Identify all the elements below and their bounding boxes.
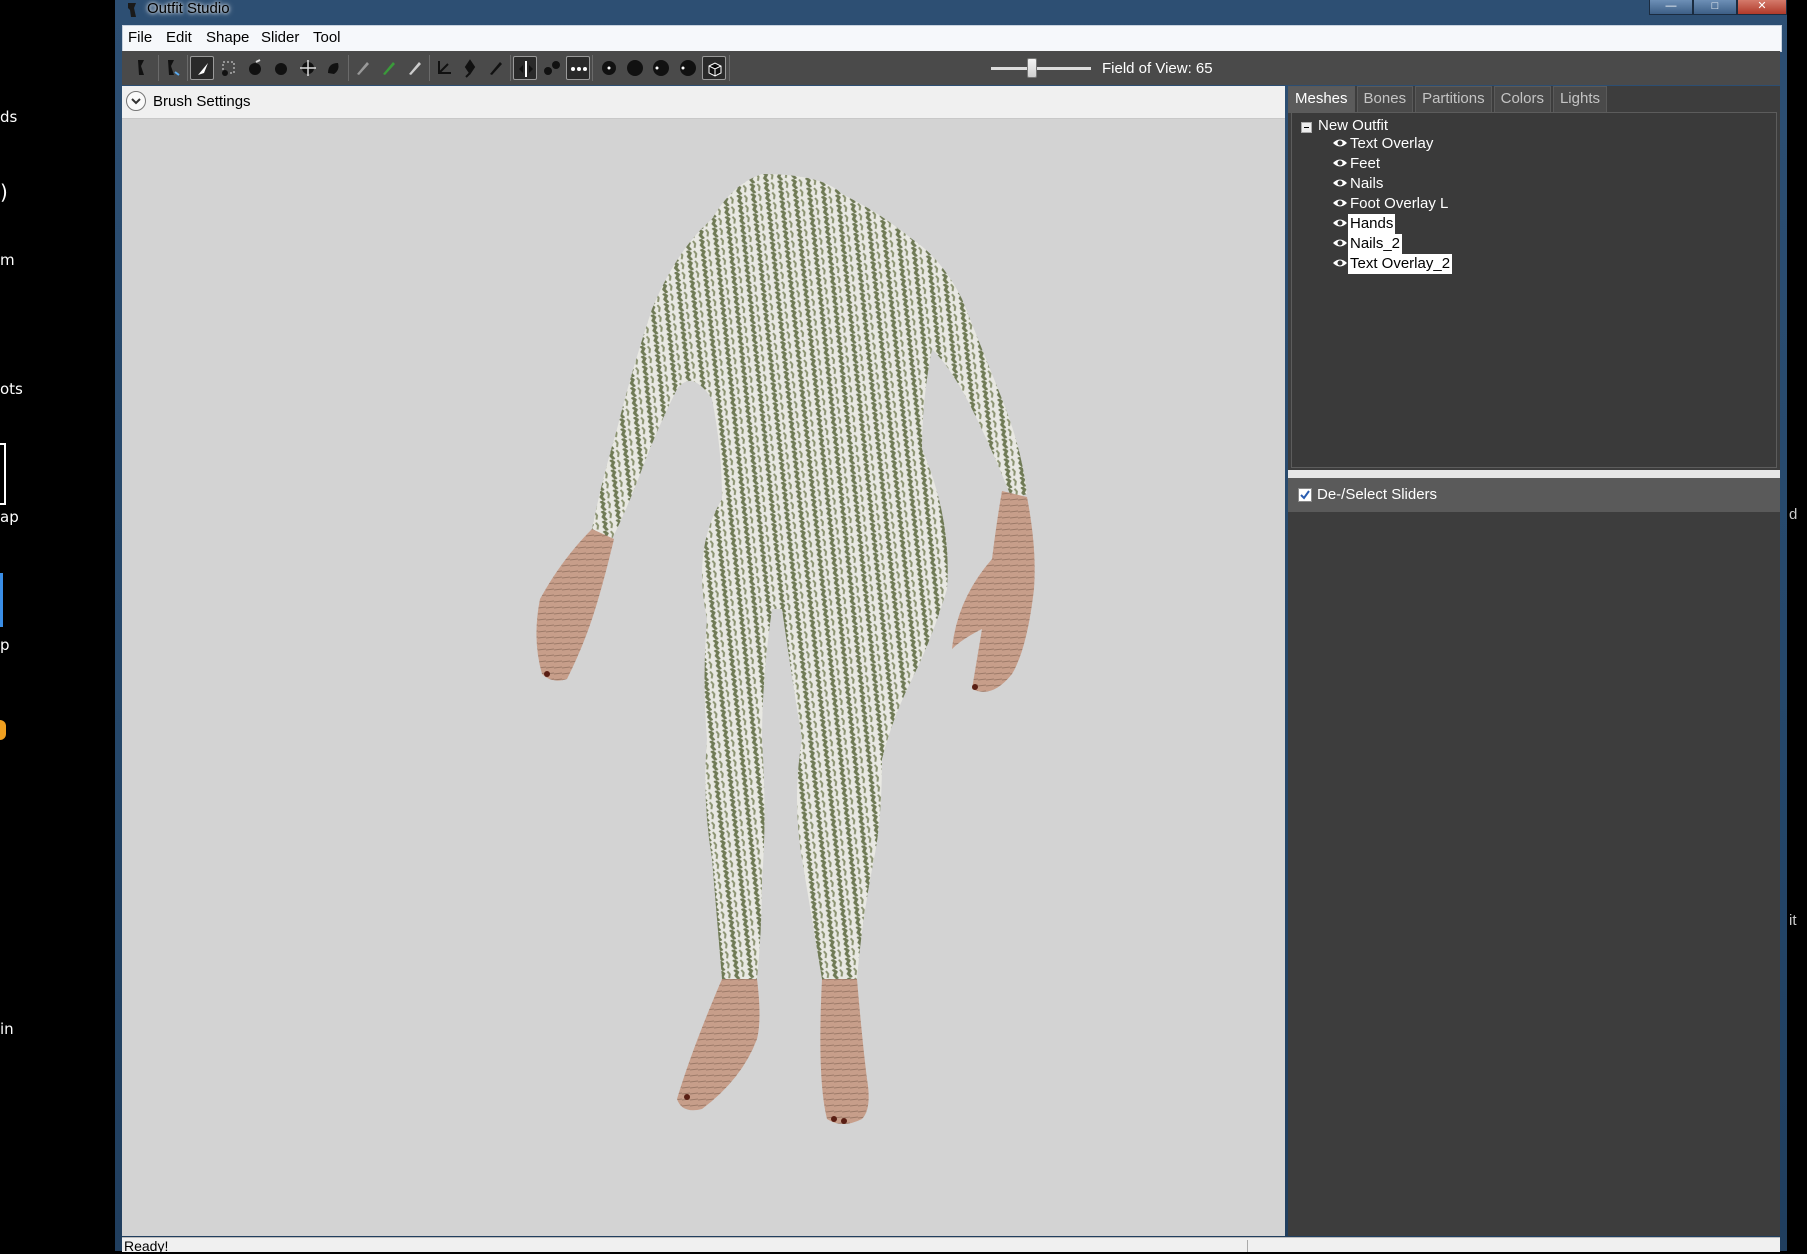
tree-root-label[interactable]: New Outfit [1318, 117, 1388, 134]
color-paint-icon[interactable] [377, 56, 401, 80]
show-mesh-icon[interactable] [702, 56, 726, 80]
3d-viewport[interactable] [122, 119, 1285, 1236]
chevron-down-icon[interactable] [126, 91, 146, 111]
deflate-brush-icon[interactable] [269, 56, 293, 80]
weight-paint-icon[interactable] [351, 56, 375, 80]
app-icon [128, 3, 136, 17]
brush-settings-bar[interactable]: Brush Settings [122, 86, 1285, 119]
menu-slider[interactable]: Slider [261, 29, 299, 46]
menu-edit[interactable]: Edit [166, 29, 192, 46]
visibility-eye-icon[interactable] [1332, 137, 1348, 149]
desktop-icon[interactable] [0, 443, 6, 505]
brush-size-medium-icon[interactable] [623, 56, 647, 80]
fov-slider-track[interactable] [991, 67, 1091, 70]
brush-settings-label: Brush Settings [153, 93, 251, 110]
tab-partitions[interactable]: Partitions [1415, 86, 1492, 113]
mask-brush-icon[interactable] [217, 56, 241, 80]
desktop-right-edge: d it [1787, 0, 1807, 1251]
mesh-label: Text Overlay [1350, 135, 1434, 152]
window-title: Outfit Studio [147, 0, 230, 17]
menu-shape[interactable]: Shape [206, 29, 249, 46]
viewport-panel: Brush Settings [122, 86, 1285, 1236]
tab-bones[interactable]: Bones [1356, 86, 1414, 113]
status-divider [1247, 1240, 1248, 1252]
x-mirror-icon[interactable] [513, 56, 537, 80]
inflate-brush-icon[interactable] [243, 56, 267, 80]
connected-only-icon[interactable] [540, 56, 564, 80]
mesh-label: Feet [1350, 155, 1381, 172]
maximize-button[interactable]: □ [1693, 0, 1737, 15]
visibility-eye-icon[interactable] [1332, 237, 1348, 249]
mesh-label: Nails [1350, 175, 1384, 192]
menu-tool[interactable]: Tool [313, 29, 341, 46]
menu-file[interactable]: File [128, 29, 152, 46]
mesh-tree: New Outfit Text Overlay Feet Nails Foot … [1291, 112, 1777, 468]
visibility-eye-icon[interactable] [1332, 157, 1348, 169]
visibility-eye-icon[interactable] [1332, 217, 1348, 229]
select-sliders-checkbox[interactable] [1298, 488, 1312, 502]
visibility-eye-icon[interactable] [1332, 197, 1348, 209]
check-icon [1300, 490, 1310, 500]
desktop-icon[interactable] [0, 720, 6, 740]
mesh-label: Foot Overlay L [1350, 195, 1449, 212]
fov-slider-thumb[interactable] [1027, 58, 1037, 78]
desktop-label: d [1789, 506, 1798, 523]
desktop-label: ds [0, 108, 18, 126]
fov-label: Field of View: 65 [1102, 60, 1213, 77]
move-brush-icon[interactable] [296, 56, 320, 80]
toolbar: Field of View: 65 [122, 51, 1780, 85]
tab-colors[interactable]: Colors [1493, 86, 1551, 113]
title-bar[interactable]: Outfit Studio — □ ✕ [115, 0, 1787, 22]
status-bar: Ready! [122, 1237, 1780, 1253]
mesh-label: Text Overlay_2 [1348, 254, 1453, 274]
desktop-label: it [1789, 912, 1797, 929]
panel-splitter[interactable] [1288, 470, 1780, 478]
transform-tool-icon[interactable] [432, 56, 456, 80]
brush-size-small-icon[interactable] [597, 56, 621, 80]
mirror-shape-icon[interactable] [160, 56, 184, 80]
mesh-label: Nails_2 [1348, 234, 1403, 254]
outfit-model [536, 174, 1035, 1124]
panel-tabs: Meshes Bones Partitions Colors Lights [1288, 86, 1609, 113]
visibility-eye-icon[interactable] [1332, 177, 1348, 189]
desktop-label: ots [0, 380, 23, 398]
collapse-icon[interactable] [1301, 122, 1312, 133]
sliders-label: De-/Select Sliders [1317, 486, 1438, 503]
desktop-icon[interactable] [0, 573, 3, 627]
desktop-label: m [0, 251, 15, 269]
mesh-label: Hands [1348, 214, 1396, 234]
tab-lights[interactable]: Lights [1552, 86, 1607, 113]
window-controls: — □ ✕ [1649, 0, 1787, 15]
desktop-label: p [0, 636, 10, 654]
smooth-brush-icon[interactable] [322, 56, 346, 80]
close-button[interactable]: ✕ [1737, 0, 1787, 15]
outfit-studio-window: Outfit Studio — □ ✕ File Edit Shape Slid… [115, 0, 1787, 1253]
desktop-label: in [0, 1020, 14, 1038]
brush-size-xlarge-icon[interactable] [676, 56, 700, 80]
alpha-paint-icon[interactable] [403, 56, 427, 80]
tab-meshes[interactable]: Meshes [1288, 86, 1355, 113]
menu-bar: File Edit Shape Slider Tool [122, 25, 1782, 52]
desktop-label: ap [0, 508, 19, 526]
brush-size-large-icon[interactable] [649, 56, 673, 80]
sliders-header: De-/Select Sliders [1288, 478, 1780, 512]
global-brush-icon[interactable] [566, 56, 590, 80]
reference-shape-icon[interactable] [129, 56, 153, 80]
desktop-label: ) [0, 180, 8, 204]
vertex-edit-icon[interactable] [484, 56, 508, 80]
select-tool-icon[interactable] [190, 56, 214, 80]
right-panel: Meshes Bones Partitions Colors Lights Ne… [1288, 86, 1780, 1236]
visibility-eye-icon[interactable] [1332, 257, 1348, 269]
minimize-button[interactable]: — [1649, 0, 1693, 15]
pivot-tool-icon[interactable] [458, 56, 482, 80]
